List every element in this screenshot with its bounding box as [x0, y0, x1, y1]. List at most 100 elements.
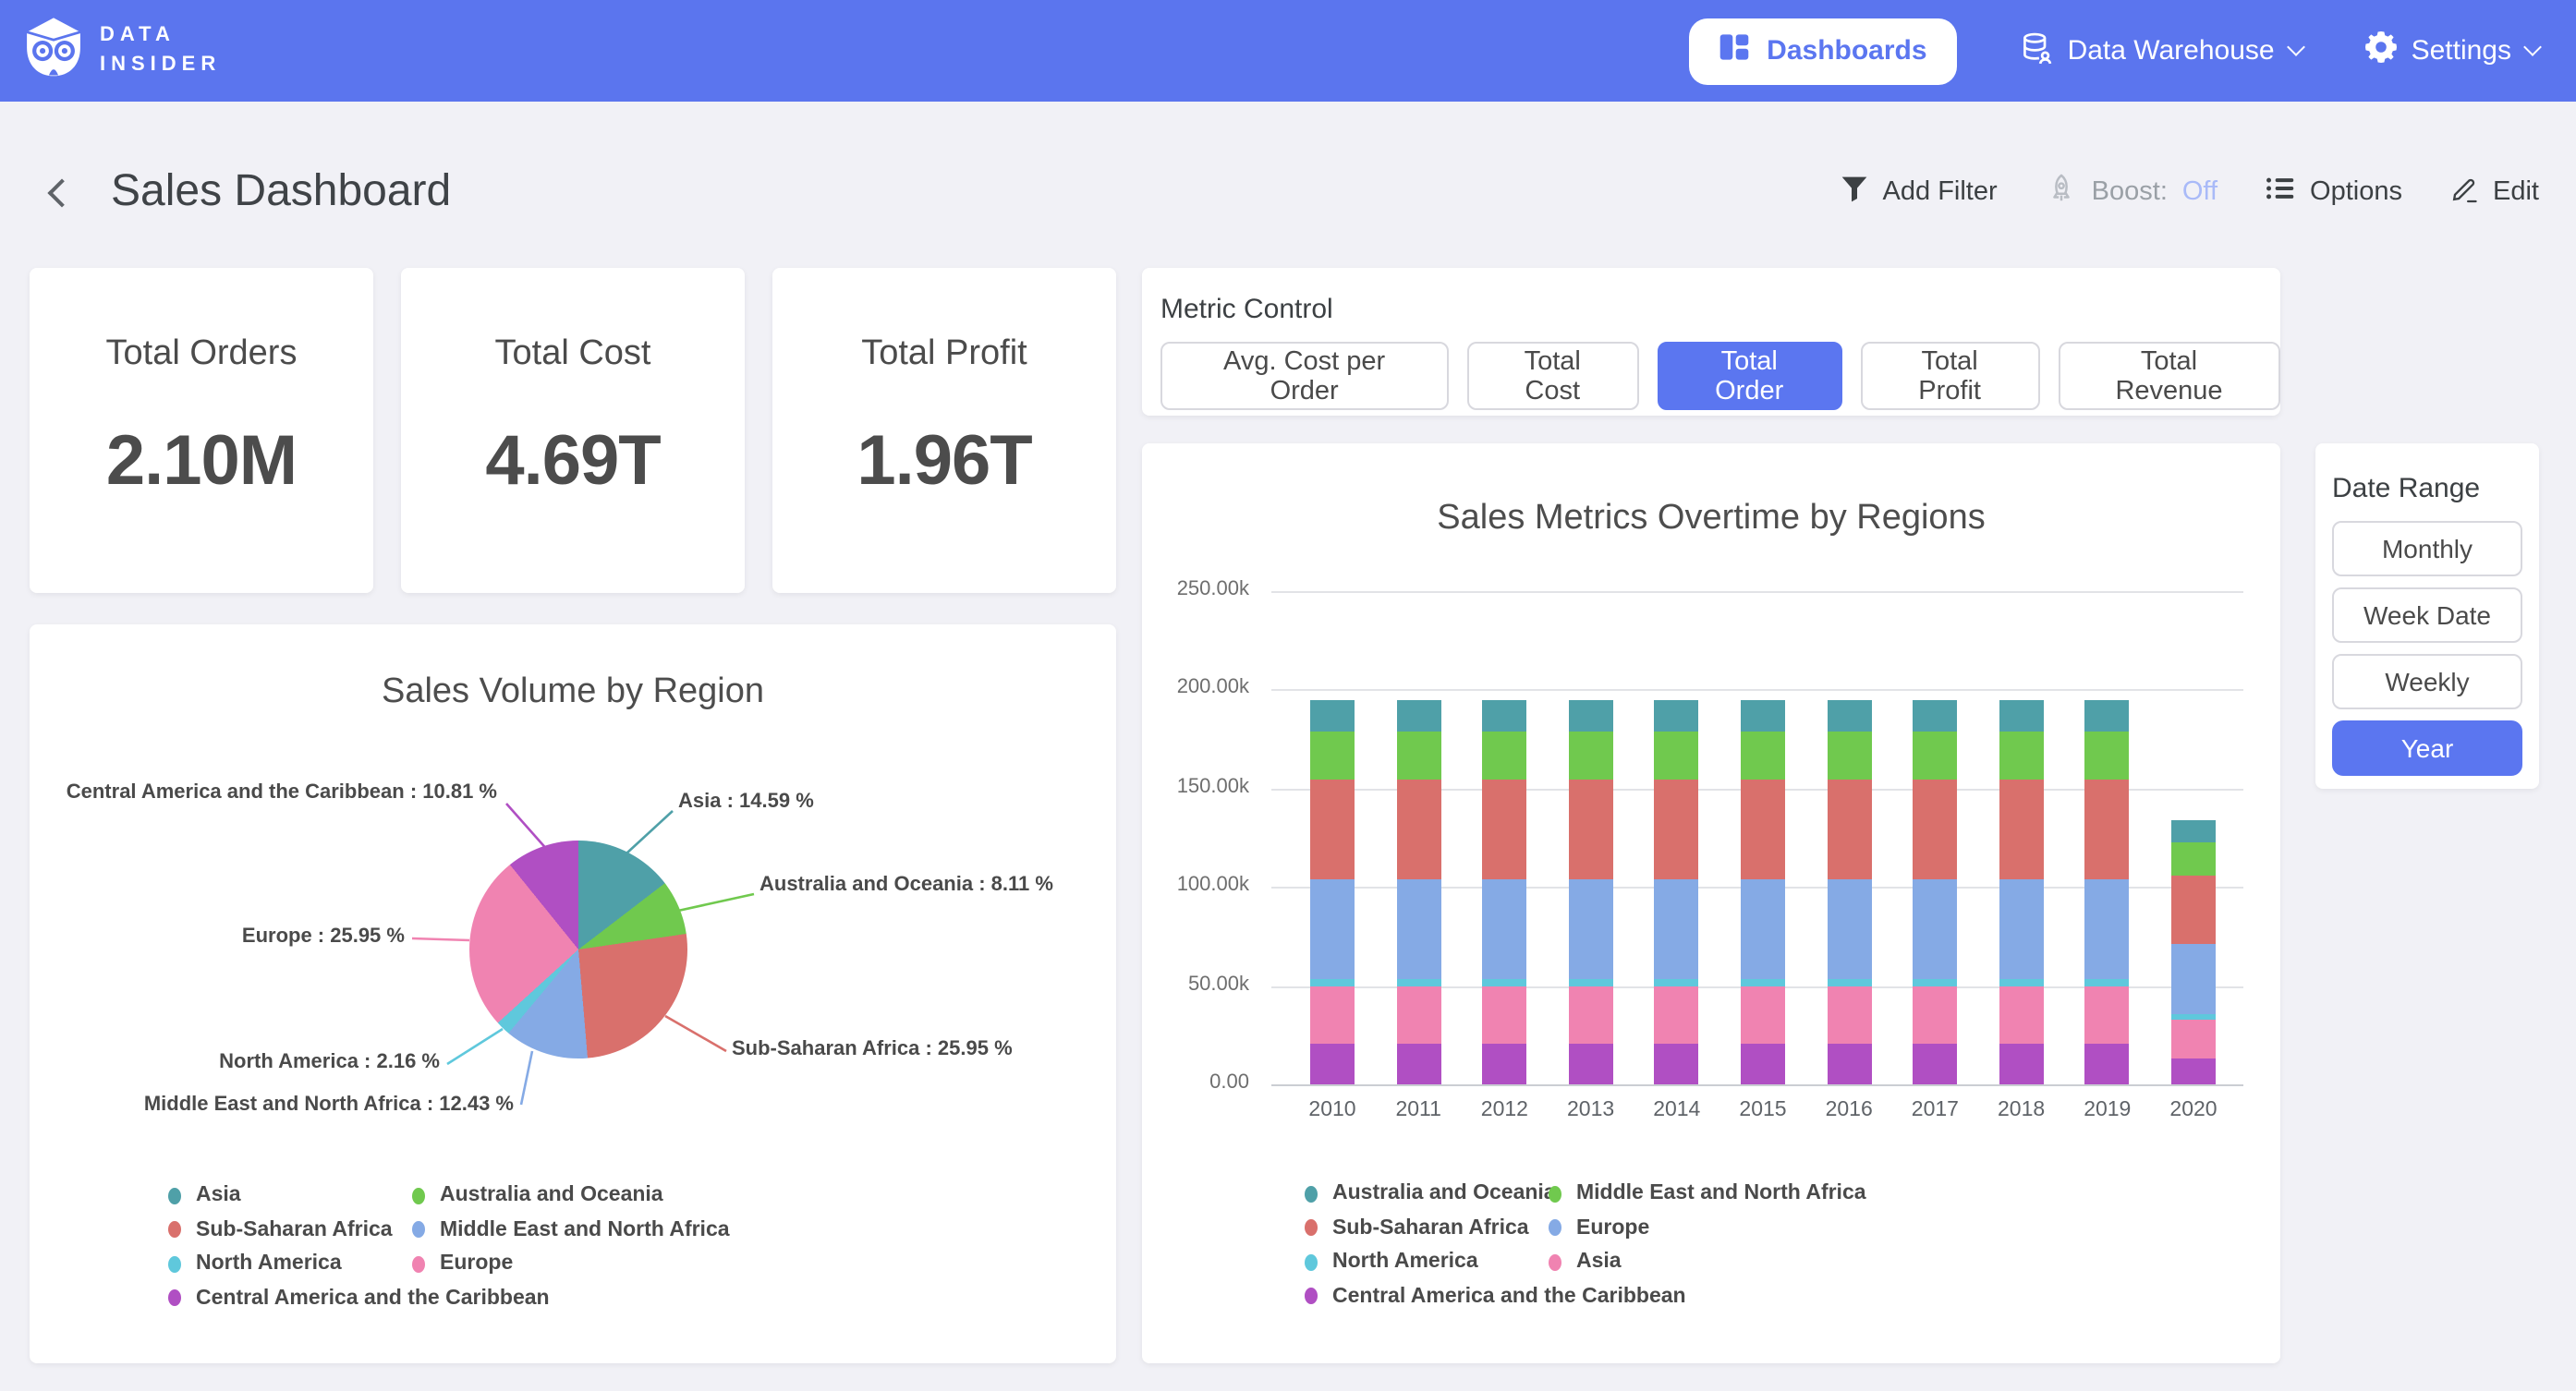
bar-segment-2013-sub-saharan-africa [1569, 779, 1613, 878]
legend-item-central-america-and-the-caribbean[interactable]: Central America and the Caribbean [1305, 1285, 1686, 1307]
bar-segment-2013-central-america-and-the-caribbean [1569, 1043, 1613, 1084]
bar-segment-2015-central-america-and-the-caribbean [1741, 1043, 1785, 1084]
legend-item-asia[interactable]: Asia [168, 1184, 241, 1206]
date-range-buttons: Monthly Week Date Weekly Year [2332, 521, 2522, 776]
bar-segment-2017-central-america-and-the-caribbean [1913, 1043, 1957, 1084]
bar-segment-2012-central-america-and-the-caribbean [1482, 1043, 1526, 1084]
legend-item-europe[interactable]: Europe [412, 1252, 513, 1275]
legend-dot [412, 1221, 425, 1238]
bar-segment-2019-north-america [2085, 978, 2130, 986]
pie-chart-card: Sales Volume by Region Asia : 14.59 %Aus… [30, 624, 1116, 1363]
bar-segment-2014-central-america-and-the-caribbean [1655, 1043, 1699, 1084]
pie-label-australia-and-oceania: Australia and Oceania : 8.11 % [759, 874, 1053, 896]
bar-segment-2016-middle-east-and-north-africa [1827, 731, 1871, 779]
kpi-card-total-orders: Total Orders 2.10M [30, 268, 373, 593]
legend-label: Central America and the Caribbean [196, 1287, 550, 1309]
bar-segment-2013-asia [1569, 986, 1613, 1043]
brand[interactable]: DATA INSIDER [22, 15, 221, 87]
metric-control-label: Metric Control [1160, 294, 2262, 325]
legend-item-australia-and-oceania[interactable]: Australia and Oceania [1305, 1182, 1556, 1204]
y-axis-tick: 100.00k [1157, 874, 1249, 896]
legend-label: Europe [440, 1252, 513, 1275]
bar-segment-2014-asia [1655, 986, 1699, 1043]
bar-segment-2019-central-america-and-the-caribbean [2085, 1043, 2130, 1084]
legend-item-australia-and-oceania[interactable]: Australia and Oceania [412, 1184, 663, 1206]
legend-item-north-america[interactable]: North America [1305, 1251, 1478, 1273]
bar-segment-2010-europe [1310, 878, 1355, 978]
bar-segment-2013-australia-and-oceania [1569, 700, 1613, 732]
kpi-value: 2.10M [106, 423, 297, 502]
date-range-option-monthly[interactable]: Monthly [2332, 521, 2522, 576]
nav-item-data-warehouse[interactable]: Data Warehouse [2020, 30, 2303, 71]
bar-segment-2015-middle-east-and-north-africa [1741, 731, 1785, 779]
legend-item-europe[interactable]: Europe [1549, 1216, 1649, 1239]
kpi-card-total-profit: Total Profit 1.96T [772, 268, 1116, 593]
owl-logo-icon [22, 15, 85, 87]
dashboard-page: DATA INSIDER Dashboards [0, 0, 2576, 1391]
gear-icon [2365, 31, 2397, 70]
bar-segment-2016-europe [1827, 878, 1871, 978]
bar-segment-2011-europe [1396, 878, 1440, 978]
bar-segment-2012-sub-saharan-africa [1482, 779, 1526, 878]
legend-label: Australia and Oceania [1332, 1182, 1556, 1204]
rocket-icon [2046, 173, 2077, 212]
bar-segment-2020-europe [2171, 944, 2216, 1013]
back-button[interactable] [37, 168, 85, 216]
legend-item-sub-saharan-africa[interactable]: Sub-Saharan Africa [168, 1218, 393, 1240]
pie-chart-title: Sales Volume by Region [30, 672, 1116, 713]
bar-segment-2018-europe [1999, 878, 2044, 978]
bar-segment-2017-australia-and-oceania [1913, 700, 1957, 732]
metric-option-avg-cost-per-order[interactable]: Avg. Cost per Order [1160, 342, 1448, 410]
bar-segment-2017-sub-saharan-africa [1913, 779, 1957, 878]
nav-item-dashboards[interactable]: Dashboards [1689, 18, 1956, 84]
legend-label: Asia [1576, 1251, 1622, 1273]
pie-label-middle-east-and-north-africa: Middle East and North Africa : 12.43 % [144, 1094, 514, 1116]
bar-segment-2012-asia [1482, 986, 1526, 1043]
bar-segment-2010-australia-and-oceania [1310, 700, 1355, 732]
chevron-down-icon [2523, 38, 2542, 56]
boost-toggle[interactable]: Boost: Off [2046, 173, 2218, 212]
legend-item-north-america[interactable]: North America [168, 1252, 342, 1275]
bar-segment-2018-middle-east-and-north-africa [1999, 731, 2044, 779]
bar-segment-2019-sub-saharan-africa [2085, 779, 2130, 878]
metric-option-total-order[interactable]: Total Order [1657, 342, 1841, 410]
edit-button[interactable]: Edit [2450, 175, 2539, 210]
x-axis-label: 2015 [1720, 1099, 1805, 1121]
page-header: Sales Dashboard Add Filter Boost: Off [0, 155, 2576, 229]
bar-segment-2013-europe [1569, 878, 1613, 978]
bar-segment-2017-middle-east-and-north-africa [1913, 731, 1957, 779]
bar-segment-2018-australia-and-oceania [1999, 700, 2044, 732]
date-range-option-year[interactable]: Year [2332, 720, 2522, 776]
options-button[interactable]: Options [2266, 174, 2402, 211]
x-axis-label: 2012 [1462, 1099, 1547, 1121]
bar-segment-2012-north-america [1482, 978, 1526, 986]
legend-item-middle-east-and-north-africa[interactable]: Middle East and North Africa [1549, 1182, 1866, 1204]
x-axis-label: 2017 [1892, 1099, 1977, 1121]
metric-option-total-cost[interactable]: Total Cost [1466, 342, 1638, 410]
nav-item-settings[interactable]: Settings [2365, 31, 2539, 70]
boost-status: Off [2182, 177, 2218, 207]
x-axis-label: 2013 [1549, 1099, 1634, 1121]
legend-label: Sub-Saharan Africa [196, 1218, 393, 1240]
date-range-option-weekly[interactable]: Weekly [2332, 654, 2522, 709]
legend-item-sub-saharan-africa[interactable]: Sub-Saharan Africa [1305, 1216, 1529, 1239]
bar-segment-2010-north-america [1310, 978, 1355, 986]
x-axis-label: 2020 [2151, 1099, 2236, 1121]
pie-leader-line [665, 1016, 726, 1051]
legend-label: Australia and Oceania [440, 1184, 663, 1206]
date-range-option-week-date[interactable]: Week Date [2332, 587, 2522, 643]
bar-segment-2016-sub-saharan-africa [1827, 779, 1871, 878]
legend-item-middle-east-and-north-africa[interactable]: Middle East and North Africa [412, 1218, 730, 1240]
legend-item-asia[interactable]: Asia [1549, 1251, 1622, 1273]
add-filter-button[interactable]: Add Filter [1841, 175, 1998, 210]
legend-item-central-america-and-the-caribbean[interactable]: Central America and the Caribbean [168, 1287, 550, 1309]
legend-dot [168, 1289, 181, 1306]
gridline [1271, 1084, 2243, 1086]
pie-chart[interactable] [469, 841, 687, 1058]
metric-control-buttons: Avg. Cost per Order Total Cost Total Order… [1160, 342, 2280, 410]
top-navbar: DATA INSIDER Dashboards [0, 0, 2576, 102]
bar-segment-2015-sub-saharan-africa [1741, 779, 1785, 878]
metric-option-total-profit[interactable]: Total Profit [1860, 342, 2039, 410]
metric-option-total-revenue[interactable]: Total Revenue [2058, 342, 2280, 410]
x-axis-label: 2010 [1290, 1099, 1375, 1121]
